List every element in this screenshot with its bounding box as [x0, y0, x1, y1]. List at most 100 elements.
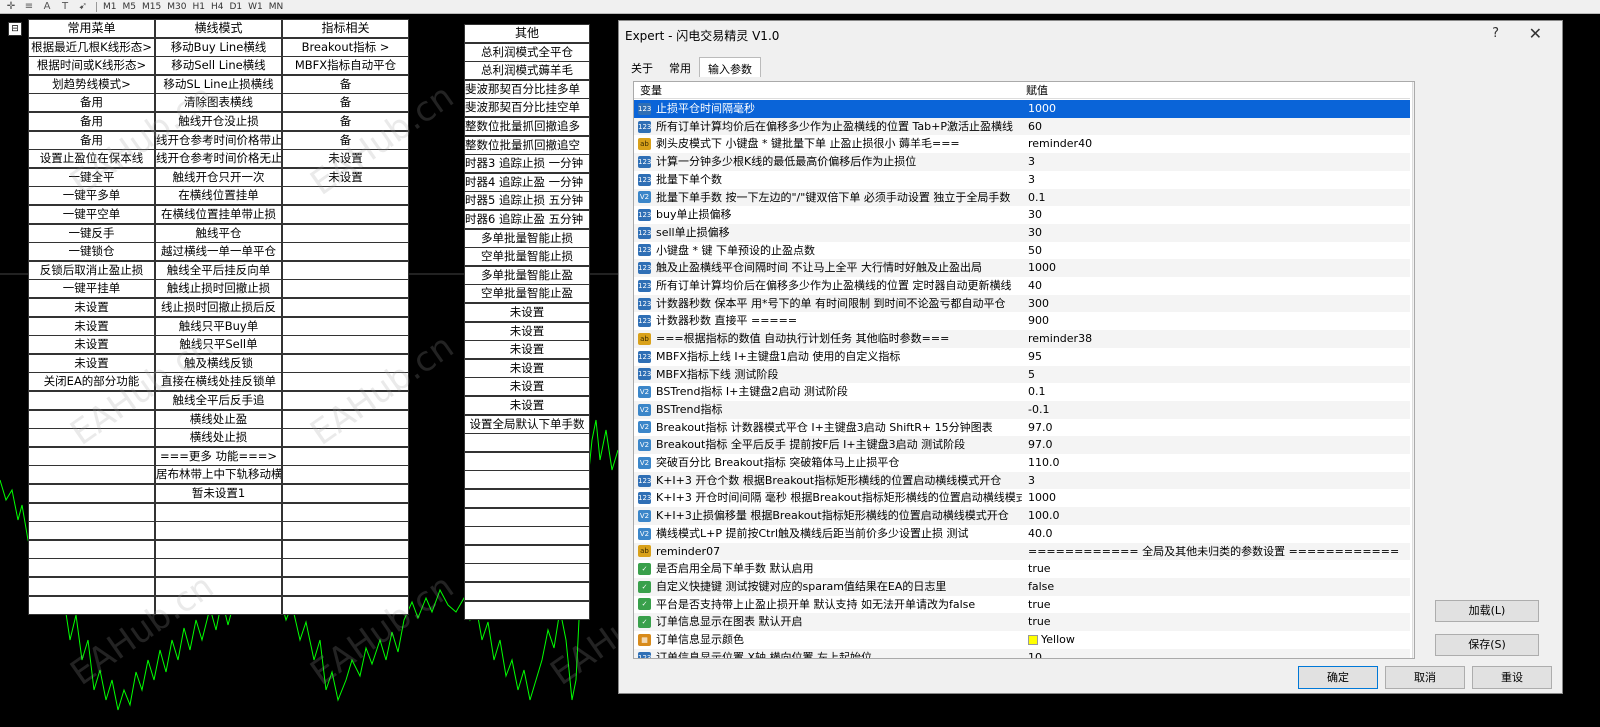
grid-menu-button[interactable] — [282, 539, 409, 559]
parameter-row[interactable]: V2 突破百分比 Breakout指标 突破箱体马上止损平仓 110.0 — [634, 454, 1410, 472]
grid-menu-button[interactable] — [282, 316, 409, 336]
parameter-row[interactable]: ab 剥头皮模式下 小键盘 * 键批量下单 止盈止损很小 薅羊毛=== remind… — [634, 135, 1410, 153]
grid-menu-button[interactable]: 关闭EA的部分功能 — [28, 372, 155, 392]
grid-menu-button[interactable] — [282, 409, 409, 429]
parameter-row[interactable]: ▦ 订单信息显示颜色 Yellow — [634, 631, 1410, 649]
column-header-value[interactable]: 赋值 — [1026, 82, 1048, 99]
parameter-value-cell[interactable]: Yellow — [1026, 631, 1410, 649]
grid-menu-button[interactable] — [282, 205, 409, 224]
parameter-row[interactable]: V2 横线模式L+P 提前按Ctrl触及横线后距当前价多少设置止损 测试 40.0 — [634, 525, 1410, 543]
grid-menu-button[interactable] — [28, 539, 155, 559]
grid-menu-button[interactable] — [464, 489, 590, 508]
grid-menu-button[interactable]: 越过横线一单一单平仓 — [155, 242, 282, 262]
grid-menu-button[interactable] — [28, 521, 155, 541]
grid-menu-button[interactable]: 一键平多单 — [28, 186, 155, 206]
grid-menu-button[interactable]: 设置全局默认下单手数 — [464, 414, 590, 434]
parameter-row[interactable]: V2 批量下单手数 按一下左边的"/"键双倍下单 必须手动设置 独立于全局手数 0.… — [634, 188, 1410, 207]
parameter-row[interactable]: ab reminder07 ============ 全局及其他未归类的参数设置 =… — [634, 542, 1410, 561]
grid-menu-button[interactable] — [464, 563, 590, 583]
parameter-value-cell[interactable]: 50 — [1026, 242, 1410, 260]
parameter-value-cell[interactable]: 1000 — [1026, 259, 1410, 277]
input-parameter-list[interactable]: 变量 赋值 123 止损平仓时间隔毫秒 1000 123 所有订单计算均价后在偏移多少作… — [633, 81, 1415, 659]
grid-menu-button[interactable]: 未设置 — [28, 353, 155, 373]
grid-menu-button[interactable]: 时器5 追踪止损 五分钟 — [464, 191, 590, 211]
grid-menu-button[interactable] — [28, 409, 155, 429]
grid-menu-button[interactable] — [282, 577, 409, 596]
parameter-value-cell[interactable]: 900 — [1026, 312, 1410, 330]
grid-menu-button[interactable]: 未设置 — [464, 340, 590, 360]
grid-menu-button[interactable]: MBFX指标自动平仓 — [282, 56, 409, 76]
grid-menu-button[interactable]: 划趋势线模式> — [28, 74, 155, 94]
grid-menu-button[interactable]: 备 — [282, 93, 409, 113]
parameter-value-cell[interactable]: 97.0 — [1026, 419, 1410, 437]
grid-menu-button[interactable]: 触线平仓 — [155, 223, 282, 243]
parameter-row[interactable]: 123 K+I+3 开仓个数 根据Breakout指标矩形横线的位置启动横线模式开… — [634, 471, 1410, 490]
parameter-value-cell[interactable]: 0.1 — [1026, 189, 1410, 207]
grid-menu-button[interactable] — [464, 433, 590, 453]
grid-menu-button[interactable]: 时器3 追踪止损 一分钟 — [464, 154, 590, 174]
grid-menu-button[interactable]: 直接在横线处挂反锁单 — [155, 372, 282, 392]
grid-menu-button[interactable] — [464, 600, 590, 620]
grid-menu-button[interactable] — [282, 186, 409, 206]
grid-menu-button[interactable]: 一键平空单 — [28, 205, 155, 224]
grid-menu-button[interactable]: 触及横线反锁 — [155, 353, 282, 373]
grid-menu-button[interactable] — [28, 391, 155, 410]
parameter-row[interactable]: V2 BSTrend指标 -0.1 — [634, 400, 1410, 419]
parameter-row[interactable]: V2 K+I+3止损偏移量 根据Breakout指标矩形横线的位置启动横线模式开仓… — [634, 507, 1410, 525]
parameter-row[interactable]: ✓ 自定义快捷键 测试按键对应的sparam值结果在EA的日志里 false — [634, 577, 1410, 596]
grid-menu-button[interactable]: 线止损时回撤止损后反 — [155, 298, 282, 317]
grid-menu-button[interactable] — [155, 539, 282, 559]
parameter-value-cell[interactable]: true — [1026, 596, 1410, 614]
grid-menu-button[interactable]: 整数位批量抓回撤追空 — [464, 135, 590, 155]
grid-menu-button[interactable] — [28, 428, 155, 448]
grid-menu-button[interactable] — [155, 502, 282, 522]
grid-menu-button[interactable]: 居布林带上中下轨移动横 — [155, 465, 282, 485]
grid-menu-button[interactable]: 横线处止损 — [155, 428, 282, 448]
grid-menu-button[interactable]: 一键全平 — [28, 167, 155, 187]
grid-menu-button[interactable]: 未设置 — [28, 298, 155, 317]
column-header-variable[interactable]: 变量 — [640, 82, 662, 99]
grid-menu-button[interactable] — [28, 577, 155, 596]
grid-menu-button[interactable]: 未设置 — [464, 321, 590, 341]
grid-menu-button[interactable]: 设置止盈位在保本线 — [28, 149, 155, 169]
grid-menu-button[interactable]: 未设置 — [282, 167, 409, 187]
save-button[interactable]: 保存(S) — [1435, 634, 1539, 656]
grid-menu-button[interactable]: 总利润模式薅羊毛 — [464, 61, 590, 81]
parameter-row[interactable]: 123 sell单止损偏移 30 — [634, 223, 1410, 242]
parameter-value-cell[interactable]: 3 — [1026, 472, 1410, 490]
grid-menu-button[interactable]: 根据时间或K线形态> — [28, 56, 155, 76]
grid-menu-button[interactable]: 暂未设置1 — [155, 484, 282, 503]
grid-menu-button[interactable]: 一键反手 — [28, 223, 155, 243]
parameter-row[interactable]: ✓ 是否启用全局下单手数 默认启用 true — [634, 560, 1410, 578]
grid-menu-button[interactable] — [282, 465, 409, 485]
grid-menu-button[interactable]: 未设置 — [464, 303, 590, 322]
grid-menu-button[interactable] — [282, 353, 409, 373]
grid-menu-button[interactable]: 备 — [282, 74, 409, 94]
load-button[interactable]: 加载(L) — [1435, 600, 1539, 622]
grid-menu-button[interactable] — [464, 507, 590, 527]
parameter-value-cell[interactable]: 30 — [1026, 224, 1410, 242]
grid-menu-button[interactable]: 未设置 — [464, 396, 590, 415]
grid-menu-button[interactable]: 横线处止盈 — [155, 409, 282, 429]
parameter-row[interactable]: V2 BSTrend指标 I+主键盘2启动 测试阶段 0.1 — [634, 383, 1410, 401]
parameter-value-cell[interactable]: 40 — [1026, 277, 1410, 295]
parameter-row[interactable]: 123 所有订单计算均价后在偏移多少作为止盈横线的位置 定时器自动更新横线 40 — [634, 277, 1410, 295]
grid-menu-button[interactable] — [464, 582, 590, 601]
grid-menu-button[interactable] — [282, 558, 409, 578]
grid-menu-button[interactable] — [282, 372, 409, 392]
parameter-value-cell[interactable]: true — [1026, 613, 1410, 631]
grid-menu-button[interactable]: 触线全平后挂反向单 — [155, 260, 282, 280]
grid-menu-button[interactable]: 未设置 — [464, 377, 590, 397]
close-icon[interactable]: ✕ — [1529, 24, 1542, 43]
grid-menu-button[interactable]: 在横线位置挂单带止损 — [155, 205, 282, 224]
grid-menu-button[interactable]: 清除图表横线 — [155, 93, 282, 113]
parameter-value-cell[interactable]: 30 — [1026, 206, 1410, 224]
grid-menu-button[interactable]: 触线只平Buy单 — [155, 316, 282, 336]
grid-menu-button[interactable]: 在横线位置挂单 — [155, 186, 282, 206]
parameter-value-cell[interactable]: reminder38 — [1026, 330, 1410, 348]
grid-menu-button[interactable]: 时器4 追踪止盈 一分钟 — [464, 172, 590, 192]
grid-menu-button[interactable]: 触线全平后反手追 — [155, 391, 282, 410]
grid-menu-button[interactable]: 未设置 — [464, 358, 590, 378]
grid-menu-button[interactable]: 线开仓参考时间价格带止 — [155, 130, 282, 150]
grid-menu-button[interactable]: 未设置 — [282, 149, 409, 169]
